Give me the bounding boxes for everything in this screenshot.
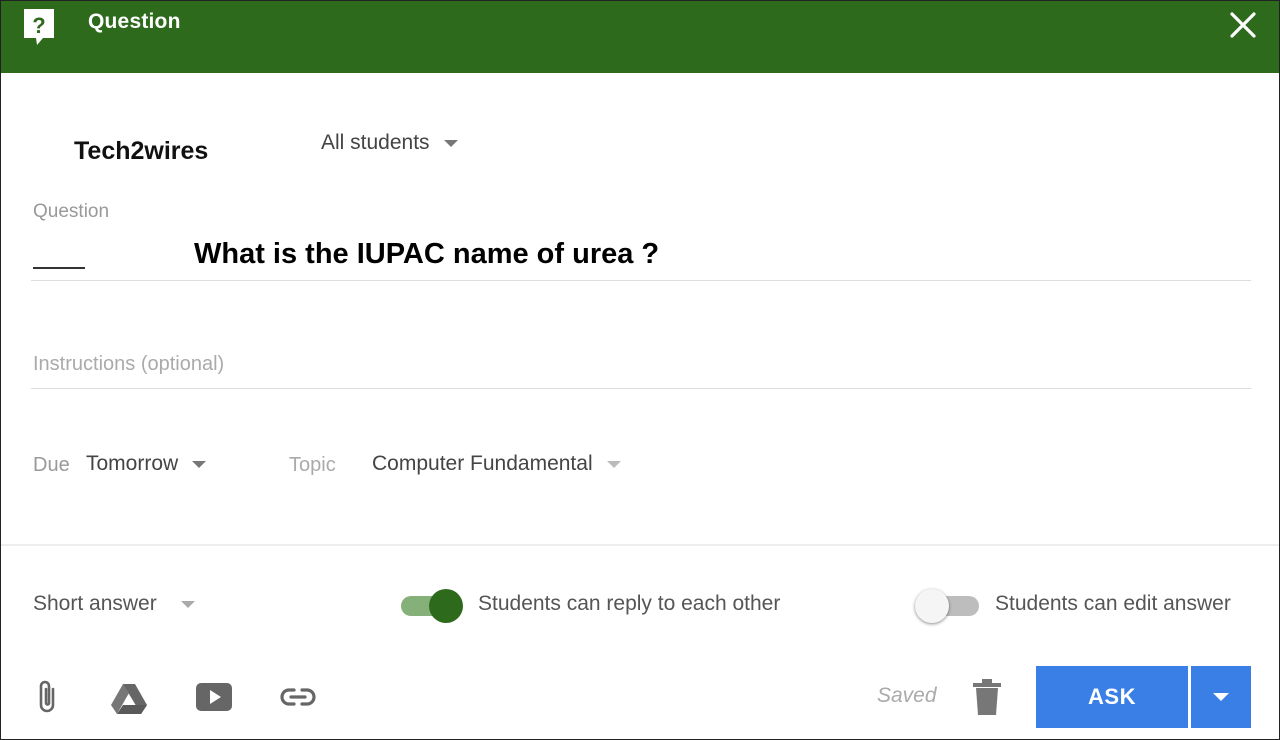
- chevron-down-icon: [192, 460, 207, 468]
- chevron-down-icon: [443, 139, 458, 147]
- instructions-input[interactable]: Instructions (optional): [31, 347, 1251, 389]
- reply-toggle-label: Students can reply to each other: [478, 592, 781, 615]
- question-label: Question: [33, 201, 110, 222]
- reply-toggle[interactable]: [399, 587, 463, 623]
- dialog-title: Question: [88, 10, 181, 33]
- edit-toggle-label: Students can edit answer: [995, 592, 1231, 615]
- google-drive-icon[interactable]: [109, 678, 149, 718]
- link-icon[interactable]: [278, 677, 318, 717]
- toggle-knob: [429, 589, 463, 623]
- close-icon[interactable]: [1227, 9, 1259, 41]
- section-divider: [1, 544, 1279, 546]
- topic-dropdown[interactable]: Computer Fundamental: [372, 452, 621, 476]
- due-value: Tomorrow: [86, 452, 179, 475]
- paperclip-icon[interactable]: [27, 677, 67, 717]
- brand-watermark: Tech2wires: [74, 137, 209, 165]
- question-text: What is the IUPAC name of urea ?: [194, 238, 660, 270]
- ask-options-button[interactable]: [1191, 666, 1251, 728]
- toggle-knob: [915, 589, 949, 623]
- youtube-icon[interactable]: [194, 677, 234, 717]
- instructions-placeholder: Instructions (optional): [33, 353, 225, 375]
- dialog-header: ? Question: [1, 1, 1279, 73]
- save-status: Saved: [877, 684, 937, 707]
- chevron-down-icon: [1213, 693, 1229, 701]
- topic-label: Topic: [289, 454, 336, 476]
- text-cursor: [33, 267, 85, 269]
- question-icon: ?: [24, 9, 54, 45]
- edit-toggle[interactable]: [915, 587, 979, 623]
- topic-value: Computer Fundamental: [372, 452, 593, 475]
- assign-students-value: All students: [321, 131, 430, 154]
- ask-button[interactable]: ASK: [1036, 666, 1188, 728]
- question-dialog: ? Question Tech2wires All students Quest…: [0, 0, 1280, 740]
- svg-text:?: ?: [32, 13, 45, 38]
- answer-type-dropdown[interactable]: Short answer: [33, 592, 195, 616]
- assign-students-dropdown[interactable]: All students: [321, 131, 458, 155]
- due-dropdown[interactable]: Tomorrow: [86, 452, 207, 476]
- chevron-down-icon: [180, 600, 195, 608]
- trash-icon[interactable]: [969, 677, 1005, 717]
- due-label: Due: [33, 454, 70, 476]
- answer-type-value: Short answer: [33, 592, 157, 615]
- chevron-down-icon: [606, 460, 621, 468]
